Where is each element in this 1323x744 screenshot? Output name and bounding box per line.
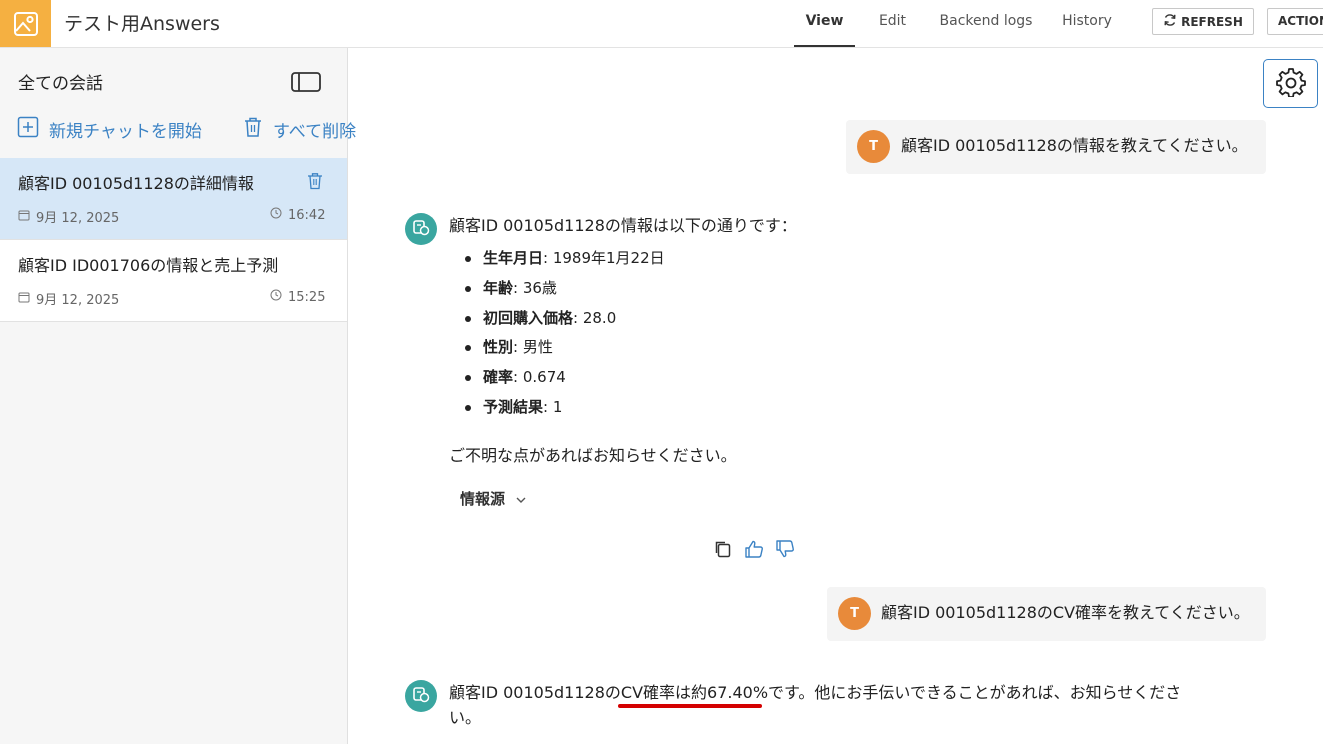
list-item-value: : 28.0	[573, 308, 617, 327]
delete-all-label: すべて削除	[273, 122, 357, 142]
assistant-message-outro: ご不明な点があればお知らせください。	[449, 446, 737, 465]
customer-info-list: 生年月日: 1989年1月22日 年齢: 36歳 初回購入価格: 28.0 性別…	[465, 244, 665, 423]
clock-icon	[270, 289, 282, 305]
delete-all-button[interactable]: すべて削除	[243, 116, 356, 143]
bot-avatar	[405, 680, 437, 712]
list-item-value: : 男性	[513, 338, 553, 357]
tab-view[interactable]: View	[794, 0, 855, 47]
thumbs-down-icon[interactable]	[775, 539, 795, 563]
refresh-button[interactable]: REFRESH	[1152, 8, 1254, 35]
tab-edit[interactable]: Edit	[865, 0, 920, 47]
list-item-label: 確率	[483, 368, 514, 387]
list-item-value: : 1	[543, 397, 563, 416]
list-item: 年齢: 36歳	[465, 274, 665, 304]
conversation-date: 9月 12, 2025	[18, 289, 119, 308]
list-item-value: : 36歳	[513, 278, 557, 297]
list-item: 生年月日: 1989年1月22日	[465, 244, 665, 274]
conversation-title: 顧客ID 00105d1128の詳細情報	[18, 174, 254, 193]
conversation-sidebar: 全ての会話 新規チャットを開始 すべて削除 顧客ID 00105d1128の詳細…	[0, 48, 356, 744]
list-item-label: 生年月日	[483, 249, 544, 267]
top-bar: テスト用Answers View Edit Backend logs Histo…	[0, 0, 1323, 48]
user-message-text: 顧客ID 00105d1128のCV確率を教えてください。	[881, 603, 1250, 622]
refresh-label: REFRESH	[1181, 14, 1243, 29]
user-avatar: T	[857, 130, 890, 163]
tab-bar: View Edit Backend logs History	[794, 0, 1120, 47]
app-title: テスト用Answers	[64, 13, 220, 35]
calendar-icon	[18, 291, 30, 307]
conversation-list: 顧客ID 00105d1128の詳細情報 9月 12, 2025 16:42 顧…	[0, 158, 347, 322]
conversation-time: 16:42	[270, 207, 325, 223]
bot-avatar	[405, 213, 437, 245]
conversation-date-text: 9月 12, 2025	[36, 293, 120, 308]
user-message-text: 顧客ID 00105d1128の情報を教えてください。	[901, 136, 1248, 155]
conversation-item[interactable]: 顧客ID 00105d1128の詳細情報 9月 12, 2025 16:42	[0, 158, 347, 240]
list-item: 初回購入価格: 28.0	[465, 304, 665, 334]
assistant-message-intro: 顧客ID 00105d1128の情報は以下の通りです：	[449, 216, 797, 235]
user-avatar: T	[838, 597, 871, 630]
conversation-time: 15:25	[270, 289, 325, 305]
list-item-value: : 1989年1月22日	[543, 249, 665, 267]
plus-square-icon	[17, 116, 39, 143]
sidebar-title: 全ての会話	[18, 74, 103, 94]
conversation-item[interactable]: 顧客ID ID001706の情報と売上予測 9月 12, 2025 15:25	[0, 240, 347, 322]
bot-icon	[411, 684, 431, 708]
trash-icon[interactable]	[307, 172, 323, 194]
list-item: 性別: 男性	[465, 333, 665, 363]
user-message: T 顧客ID 00105d1128の情報を教えてください。	[846, 120, 1266, 174]
list-item: 予測結果: 1	[465, 393, 665, 423]
conversation-time-text: 15:25	[288, 289, 326, 305]
user-message: T 顧客ID 00105d1128のCV確率を教えてください。	[827, 587, 1266, 641]
conversation-title: 顧客ID ID001706の情報と売上予測	[18, 256, 279, 275]
new-chat-label: 新規チャットを開始	[49, 122, 202, 142]
new-chat-button[interactable]: 新規チャットを開始	[17, 116, 202, 143]
assistant-message-line: 顧客ID 00105d1128のCV確率は約67.40%です。他にお手伝いできる…	[449, 683, 1182, 702]
image-logo-icon[interactable]	[0, 0, 51, 47]
settings-gear-icon	[1275, 67, 1306, 101]
settings-button[interactable]	[1263, 59, 1318, 108]
copy-icon[interactable]	[713, 539, 733, 563]
tab-backend-logs[interactable]: Backend logs	[936, 0, 1036, 47]
highlight-underline	[618, 704, 762, 708]
list-item-value: : 0.674	[513, 368, 566, 387]
trash-icon	[243, 116, 263, 143]
list-item: 確率: 0.674	[465, 363, 665, 393]
calendar-icon	[18, 209, 30, 225]
assistant-message-line: い。	[449, 708, 482, 727]
actions-button[interactable]: ACTIONS	[1267, 8, 1323, 35]
chevron-down-icon	[515, 490, 527, 508]
list-item-label: 予測結果	[483, 397, 544, 416]
sidebar-collapse-icon[interactable]	[291, 72, 321, 96]
list-item-label: 初回購入価格	[483, 308, 574, 327]
bot-icon	[411, 217, 431, 241]
tab-history[interactable]: History	[1054, 0, 1120, 47]
thumbs-up-icon[interactable]	[744, 539, 764, 563]
sources-label: 情報源	[460, 490, 506, 508]
sources-toggle[interactable]: 情報源	[460, 488, 527, 509]
clock-icon	[270, 207, 282, 223]
list-item-label: 性別	[483, 338, 514, 357]
conversation-date-text: 9月 12, 2025	[36, 211, 120, 226]
refresh-icon	[1163, 13, 1177, 30]
conversation-time-text: 16:42	[288, 207, 326, 223]
conversation-date: 9月 12, 2025	[18, 207, 119, 226]
message-actions	[713, 539, 795, 563]
list-item-label: 年齢	[483, 278, 514, 297]
